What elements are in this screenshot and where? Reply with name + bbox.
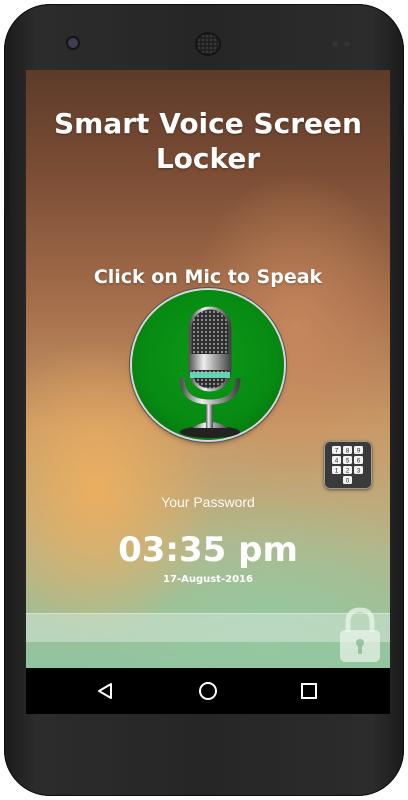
screen: Smart Voice Screen Locker Click on Mic t… xyxy=(26,70,390,714)
lock-icon[interactable] xyxy=(338,606,382,664)
clock-time: 03:35 pm xyxy=(118,530,298,570)
back-button[interactable] xyxy=(86,676,126,706)
clock-date: 17-August-2016 xyxy=(163,574,253,585)
front-camera xyxy=(68,38,78,48)
keypad-button[interactable]: 7894561230 xyxy=(324,441,372,489)
microphone-icon xyxy=(179,306,241,438)
earpiece-speaker xyxy=(197,34,219,54)
back-icon xyxy=(98,683,112,699)
volume-button xyxy=(4,154,9,214)
recent-apps-button[interactable] xyxy=(289,676,329,706)
sensors xyxy=(332,41,352,47)
navigation-bar xyxy=(26,668,390,714)
recent-apps-icon xyxy=(301,683,317,699)
mic-button[interactable] xyxy=(132,290,284,440)
power-button xyxy=(399,104,404,134)
password-label: Your Password xyxy=(161,494,255,510)
lock-screen: Smart Voice Screen Locker Click on Mic t… xyxy=(26,70,390,668)
phone-frame: Smart Voice Screen Locker Click on Mic t… xyxy=(4,4,404,796)
mic-prompt: Click on Mic to Speak xyxy=(93,266,323,288)
keypad-icon: 7 8 94 5 61 2 30 xyxy=(332,446,363,484)
unlock-slider-track[interactable] xyxy=(26,613,390,642)
home-icon xyxy=(199,682,217,700)
home-button[interactable] xyxy=(188,676,228,706)
app-title: Smart Voice Screen Locker xyxy=(54,107,362,175)
